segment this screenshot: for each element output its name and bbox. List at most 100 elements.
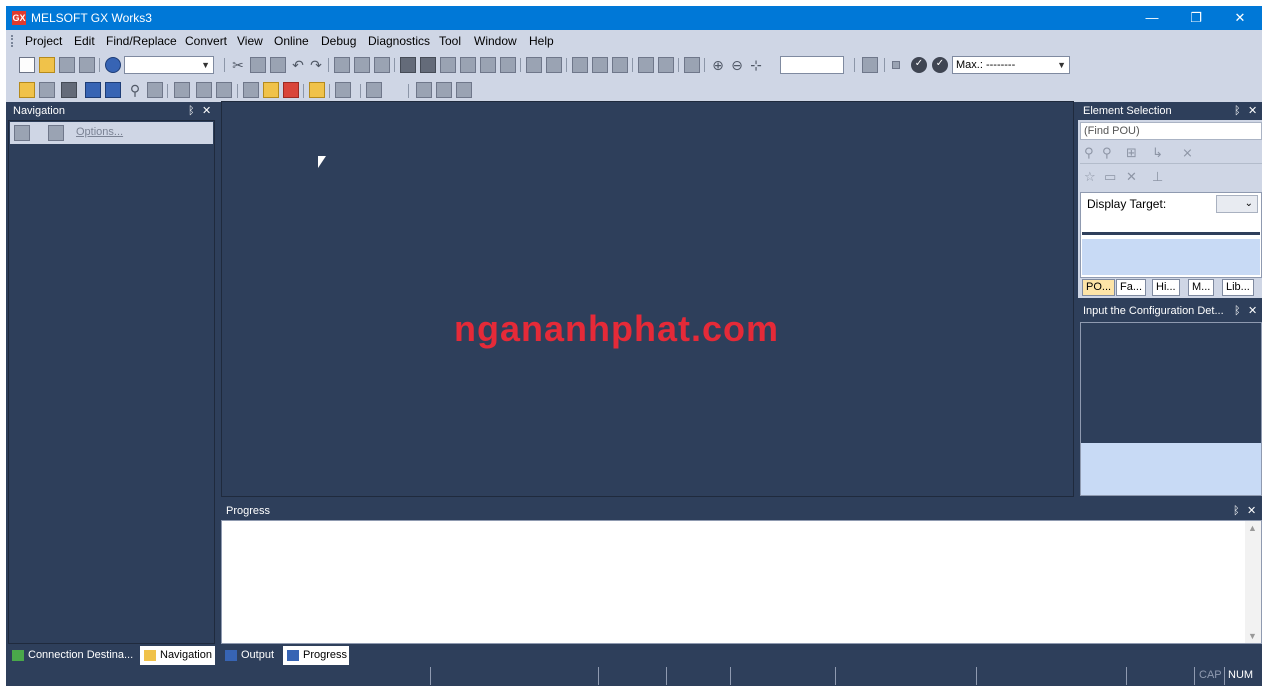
print-icon[interactable] — [79, 57, 95, 73]
check-1-icon[interactable]: ✓ — [911, 57, 927, 73]
folder-icon[interactable]: ▭ — [1104, 169, 1116, 185]
cut-icon[interactable]: ✂ — [230, 57, 246, 73]
zoom-out-icon[interactable]: ⊖ — [729, 57, 745, 73]
layout-1-icon[interactable] — [416, 82, 432, 98]
tab-output[interactable]: Output — [221, 646, 281, 665]
verify-icon[interactable] — [440, 57, 456, 73]
pin-icon[interactable]: ᛒ — [1234, 302, 1241, 320]
options-link[interactable]: Options... — [76, 126, 123, 138]
sort-icon[interactable]: ⊥ — [1152, 169, 1163, 185]
online-monitor-icon[interactable] — [862, 57, 878, 73]
pin-icon[interactable]: ᛒ — [1233, 502, 1240, 520]
device-2-icon[interactable] — [546, 57, 562, 73]
progress-scrollbar[interactable]: ▲ ▼ — [1245, 521, 1261, 643]
program-2-icon[interactable] — [658, 57, 674, 73]
tab-progress[interactable]: Progress — [283, 646, 349, 665]
output-window-icon[interactable] — [105, 82, 121, 98]
program-1-icon[interactable] — [638, 57, 654, 73]
layout-3-icon[interactable] — [456, 82, 472, 98]
navigation-window-icon[interactable] — [19, 82, 35, 98]
read-from-plc-icon[interactable] — [420, 57, 436, 73]
simulate-icon[interactable] — [309, 82, 325, 98]
menu-project[interactable]: Project — [25, 34, 62, 48]
tab-connection-destination[interactable]: Connection Destina... — [8, 646, 138, 665]
undo-icon[interactable]: ↶ — [290, 57, 306, 73]
delete-icon[interactable]: ✕ — [1126, 169, 1137, 185]
search-icon[interactable]: ⚲ — [1084, 145, 1094, 161]
editor-area[interactable] — [221, 101, 1074, 497]
collapse-icon[interactable] — [48, 125, 64, 141]
edit-icon[interactable] — [263, 82, 279, 98]
stop-icon[interactable] — [892, 61, 900, 69]
dev-2-icon[interactable] — [216, 82, 232, 98]
menu-convert[interactable]: Convert — [185, 34, 227, 48]
menu-tool[interactable]: Tool — [439, 34, 461, 48]
cross-ref-icon[interactable] — [147, 82, 163, 98]
insert-icon[interactable]: ↳ — [1152, 145, 1163, 161]
menu-window[interactable]: Window — [474, 34, 517, 48]
close-panel-icon[interactable]: ✕ — [1247, 502, 1256, 520]
save-icon[interactable] — [59, 57, 75, 73]
display-target-list[interactable] — [1082, 217, 1260, 235]
pin-icon[interactable]: ᛒ — [1234, 102, 1241, 120]
sampling-icon[interactable] — [366, 82, 382, 98]
connection-icon[interactable] — [39, 82, 55, 98]
tab-pou[interactable]: PO... — [1082, 279, 1116, 296]
menu-debug[interactable]: Debug — [321, 34, 356, 48]
write-to-plc-icon[interactable] — [400, 57, 416, 73]
fit-icon[interactable]: ⊹ — [748, 57, 764, 73]
tab-module[interactable]: M... — [1188, 279, 1215, 296]
ladder-tool-1-icon[interactable] — [334, 57, 350, 73]
menu-find-replace[interactable]: Find/Replace — [106, 34, 177, 48]
block-1-icon[interactable] — [572, 57, 588, 73]
device-1-icon[interactable] — [526, 57, 542, 73]
close-panel-icon[interactable]: ✕ — [202, 102, 211, 120]
tab-library[interactable]: Lib... — [1222, 279, 1254, 296]
tab-favorites[interactable]: Fa... — [1116, 279, 1147, 296]
device-list-icon[interactable] — [174, 82, 190, 98]
input-config-lower-area[interactable] — [1081, 443, 1261, 495]
close-panel-icon[interactable]: ✕ — [1248, 302, 1257, 320]
watch-icon[interactable] — [335, 82, 351, 98]
menu-online[interactable]: Online — [274, 34, 309, 48]
layout-2-icon[interactable] — [436, 82, 452, 98]
tab-history[interactable]: Hi... — [1152, 279, 1180, 296]
tree-icon[interactable]: ⊞ — [1126, 145, 1137, 161]
module-icon[interactable] — [61, 82, 77, 98]
restore-button[interactable]: ❐ — [1174, 6, 1218, 30]
monitor-2-icon[interactable] — [480, 57, 496, 73]
binoculars-icon[interactable]: ⚲ — [127, 82, 143, 98]
block-3-icon[interactable] — [612, 57, 628, 73]
element-selection-icon[interactable] — [85, 82, 101, 98]
element-list-area[interactable] — [1082, 239, 1260, 275]
redo-icon[interactable]: ↷ — [308, 57, 324, 73]
clear-icon[interactable]: ⨯ — [1182, 145, 1193, 161]
monitor-1-icon[interactable] — [460, 57, 476, 73]
close-panel-icon[interactable]: ✕ — [1248, 102, 1257, 120]
ladder-tool-2-icon[interactable] — [354, 57, 370, 73]
pin-icon[interactable]: ᛒ — [188, 102, 195, 120]
diag-icon[interactable] — [283, 82, 299, 98]
check-2-icon[interactable]: ✓ — [932, 57, 948, 73]
scroll-up-icon[interactable]: ▲ — [1248, 523, 1257, 533]
block-2-icon[interactable] — [592, 57, 608, 73]
display-target-dropdown[interactable]: ⌄ — [1216, 195, 1258, 213]
menu-view[interactable]: View — [237, 34, 263, 48]
tree-view-icon[interactable] — [14, 125, 30, 141]
scroll-down-icon[interactable]: ▼ — [1248, 631, 1257, 641]
menu-edit[interactable]: Edit — [74, 34, 95, 48]
max-combo[interactable]: Max.: -------- ▼ — [952, 56, 1070, 74]
search-next-icon[interactable]: ⚲ — [1102, 145, 1112, 161]
paste-icon[interactable] — [270, 57, 286, 73]
param-icon[interactable] — [243, 82, 259, 98]
favorite-icon[interactable]: ☆ — [1084, 169, 1096, 185]
ladder-tool-3-icon[interactable] — [374, 57, 390, 73]
new-project-icon[interactable] — [19, 57, 35, 73]
monitor-3-icon[interactable] — [500, 57, 516, 73]
zoom-combo[interactable] — [780, 56, 844, 74]
zoom-in-icon[interactable]: ⊕ — [710, 57, 726, 73]
program-3-icon[interactable] — [684, 57, 700, 73]
copy-icon[interactable] — [250, 57, 266, 73]
open-project-icon[interactable] — [39, 57, 55, 73]
find-pou-input[interactable]: (Find POU) — [1080, 122, 1262, 140]
